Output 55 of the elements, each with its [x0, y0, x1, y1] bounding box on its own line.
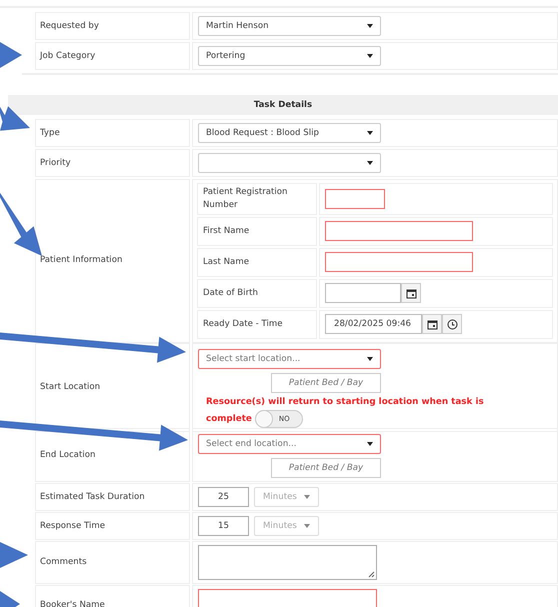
select-field[interactable]: Blood Request : Blood Slip: [198, 123, 381, 143]
date-field[interactable]: [325, 283, 401, 304]
field-label: Start Location: [40, 381, 100, 394]
select-field[interactable]: Select end location...: [198, 434, 381, 454]
resize-grip-icon[interactable]: [368, 571, 375, 578]
calendar-button[interactable]: [401, 283, 421, 304]
annotation-arrow: [0, 192, 42, 256]
calendar-button[interactable]: [422, 314, 442, 334]
annotation-arrow: [0, 591, 20, 607]
calendar-icon: [406, 288, 416, 299]
warning-text: Resource(s) will return to starting location when task is: [206, 396, 484, 409]
field-label: Type: [40, 126, 60, 140]
input-field[interactable]: [325, 221, 473, 242]
bed-field[interactable]: Patient Bed / Bay: [271, 373, 381, 393]
field-label: Patient Information: [40, 254, 122, 268]
annotation-arrow: [0, 106, 30, 131]
annotation-arrow: [0, 542, 28, 568]
field-label: Comments: [40, 556, 87, 569]
number-field[interactable]: 25: [198, 487, 249, 507]
date-field[interactable]: 28/02/2025 09:46: [325, 314, 422, 334]
select-field[interactable]: [198, 153, 381, 173]
caret-icon: [304, 524, 310, 528]
warning-text: complete: [206, 414, 252, 424]
select-field[interactable]: Martin Henson: [198, 16, 381, 36]
caret-icon: [367, 161, 373, 165]
caret-icon: [367, 442, 373, 446]
comments-field[interactable]: [198, 545, 377, 580]
number-field[interactable]: 15: [198, 516, 249, 536]
field-label: End Location: [40, 448, 96, 462]
section-title: Task Details: [8, 95, 558, 115]
clock-icon: [446, 318, 458, 330]
field-label: Response Time: [40, 520, 106, 532]
field-label: Requested by: [40, 20, 99, 32]
caret-icon: [367, 131, 373, 135]
field-label: Last Name: [203, 256, 249, 269]
field-label: Job Category: [40, 50, 96, 62]
input-field[interactable]: [325, 188, 385, 209]
caret-icon: [367, 357, 373, 361]
field-label: Priority: [40, 156, 71, 170]
field-label: Patient Registration Number: [203, 186, 288, 212]
clock-button[interactable]: [442, 314, 462, 334]
caret-icon: [304, 495, 310, 499]
input-field[interactable]: [325, 252, 473, 272]
annotation-arrow: [0, 42, 22, 68]
caret-icon: [367, 24, 373, 28]
calendar-icon: [426, 318, 438, 330]
caret-icon: [367, 54, 373, 58]
select-field[interactable]: Portering: [198, 46, 381, 66]
field-label: Ready Date - Time: [203, 318, 283, 331]
field-label: First Name: [203, 224, 250, 238]
field-label: Booker's Name: [40, 598, 105, 607]
field-label: Estimated Task Duration: [40, 490, 145, 504]
field-label: Date of Birth: [203, 286, 258, 300]
bed-field[interactable]: Patient Bed / Bay: [271, 458, 381, 478]
select-field[interactable]: Select start location...: [198, 349, 381, 369]
